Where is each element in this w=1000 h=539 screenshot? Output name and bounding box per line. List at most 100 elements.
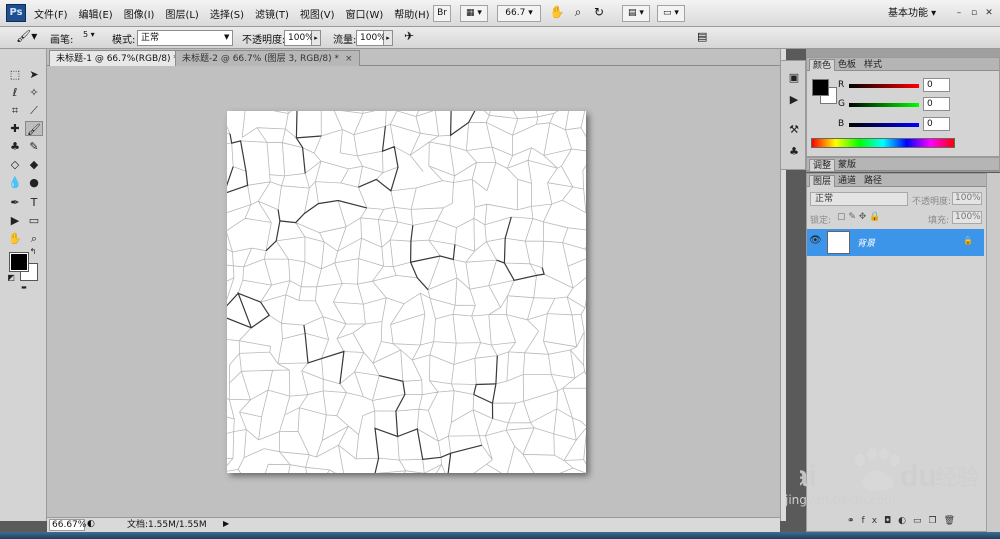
red-value-input[interactable]: 0 [923,78,950,92]
brush-panel-icon[interactable]: ▤ [697,30,707,43]
canvas-area[interactable] [47,66,780,517]
status-document-size: 文档:1.55M/1.55M [127,520,207,530]
brush-tool-icon[interactable]: 🖌 [25,121,43,136]
red-slider[interactable] [849,84,919,88]
menu-filter[interactable]: 滤镜(T) [255,6,289,21]
workspace-switcher[interactable]: 基本功能 ▾ [888,0,936,27]
actions-panel-icon[interactable]: ▶ [786,93,802,107]
clone-stamp-icon[interactable]: ♣ [6,139,24,154]
adjustments-panel-tabs: 调整 蒙版 [807,158,999,171]
blend-mode-select[interactable]: 正常 [810,192,908,206]
eye-icon[interactable]: 👁 [809,235,822,246]
close-button[interactable]: ✕ [982,6,996,20]
healing-brush-icon[interactable]: ✚ [6,121,24,136]
watermark-url: jingyan.baidu.com [785,493,896,507]
color-spectrum-ramp[interactable] [811,138,955,148]
svg-text:Bai: Bai [800,460,817,493]
blue-slider[interactable] [849,123,919,127]
toolbox: ⬚ ➤ ℓ ✧ ⌗ ⟋ ✚ 🖌 ♣ ✎ ◇ ◆ 💧 ● ✒ T ▶ ▭ ✋ ⌕ … [0,49,47,521]
fill-input[interactable]: 100% [952,211,982,224]
minimize-button[interactable]: – [952,6,966,20]
menu-edit[interactable]: 编辑(E) [79,6,113,21]
opacity-input[interactable]: 100% [284,30,314,46]
shape-tool-icon[interactable]: ▭ [25,213,43,228]
layer-opacity-input[interactable]: 100% [952,192,982,205]
blue-value-input[interactable]: 0 [923,117,950,131]
eyedropper-icon[interactable]: ⟋ [25,103,43,118]
quick-mask-icon[interactable]: ▬ [14,285,34,291]
zoom-tool-icon[interactable]: ⌕ [570,5,586,22]
status-zoom-field[interactable]: 66.67% [49,519,86,531]
blur-tool-icon[interactable]: 💧 [6,175,24,190]
menu-help[interactable]: 帮助(H) [394,6,429,21]
lock-options-icons[interactable]: ▢ ✎ ✥ 🔒 [837,212,880,222]
clone-source-icon[interactable]: ♣ [786,145,802,159]
tab-document-2[interactable]: 未标题-2 @ 66.7% (图层 3, RGB/8) * × [175,50,360,66]
panel-dock-header[interactable] [806,49,1000,57]
zoom-tool-icon[interactable]: ⌕ [25,231,43,246]
hand-tool-icon[interactable]: ✋ [6,231,24,246]
flow-input[interactable]: 100% [356,30,386,46]
tab-swatches[interactable]: 色板 [835,59,859,71]
tab-adjustments[interactable]: 调整 [809,159,836,171]
view-extras-button[interactable]: ▦ ▾ [460,5,488,22]
zoom-level-select[interactable]: 66.7 ▾ [497,5,541,22]
mode-dropdown-arrow[interactable]: ▼ [224,33,229,41]
opacity-slider-button[interactable]: ▸ [312,30,321,46]
screen-mode-button[interactable]: ▭ ▾ [657,5,685,22]
tab-color[interactable]: 颜色 [809,59,836,71]
airbrush-icon[interactable]: ✈ [404,29,414,43]
tool-presets-icon[interactable]: ⚒ [786,123,802,137]
lasso-tool-icon[interactable]: ℓ [6,85,24,100]
crop-tool-icon[interactable]: ⌗ [6,103,24,118]
magic-wand-icon[interactable]: ✧ [25,85,43,100]
foreground-color-swatch[interactable] [9,252,29,272]
color-foreground-swatch[interactable] [812,79,829,96]
rotate-view-icon[interactable]: ↻ [591,5,607,22]
document-canvas[interactable] [227,111,586,473]
menu-view[interactable]: 视图(V) [300,6,335,21]
brush-tool-preset-icon[interactable]: 🖌▾ [16,29,37,43]
arrange-documents-button[interactable]: ▤ ▾ [622,5,650,22]
history-panel-icon[interactable]: ▣ [786,71,802,85]
paint-bucket-icon[interactable]: ◆ [25,157,43,172]
hand-tool-icon[interactable]: ✋ [549,5,565,22]
path-selection-icon[interactable]: ▶ [6,213,24,228]
tab-close-icon[interactable]: × [345,54,353,64]
mode-select[interactable]: 正常 [137,30,233,46]
lock-label: 锁定: [810,216,832,226]
history-brush-icon[interactable]: ✎ [25,139,43,154]
brush-size-preview[interactable]: 5 ▾ [83,30,95,39]
pen-tool-icon[interactable]: ✒ [6,195,24,210]
marquee-tool-icon[interactable]: ⬚ [6,67,24,82]
tab-paths[interactable]: 路径 [861,175,885,187]
status-menu-arrow[interactable]: ▶ [223,519,229,528]
flow-slider-button[interactable]: ▸ [384,30,393,46]
crackle-dark-lines [227,111,545,473]
move-tool-icon[interactable]: ➤ [25,67,43,82]
lock-icon: 🔒 [963,236,973,245]
layer-opacity-label: 不透明度: [912,197,952,207]
default-colors-icon[interactable]: ◩ [6,273,16,283]
tab-masks[interactable]: 蒙版 [835,159,859,171]
tab-styles[interactable]: 样式 [861,59,885,71]
bridge-button[interactable]: Br [433,5,451,22]
green-slider[interactable] [849,103,919,107]
crackle-pattern [227,111,586,473]
tab-channels[interactable]: 通道 [835,175,859,187]
tab-layers[interactable]: 图层 [809,175,836,187]
menu-image[interactable]: 图像(I) [124,6,155,21]
restore-button[interactable]: ▫ [967,6,981,20]
dodge-tool-icon[interactable]: ● [25,175,43,190]
menu-select[interactable]: 选择(S) [210,6,244,21]
menu-window[interactable]: 窗口(W) [346,6,384,21]
adjustments-panel: 调整 蒙版 [806,157,1000,172]
menu-layer[interactable]: 图层(L) [165,6,198,21]
menu-file[interactable]: 文件(F) [34,6,68,21]
type-tool-icon[interactable]: T [25,195,43,210]
green-value-input[interactable]: 0 [923,97,950,111]
eraser-tool-icon[interactable]: ◇ [6,157,24,172]
layer-name: 背景 [857,239,876,249]
swap-colors-icon[interactable]: ↰ [28,247,38,257]
layer-row-background[interactable]: 👁 背景 🔒 [807,229,984,256]
